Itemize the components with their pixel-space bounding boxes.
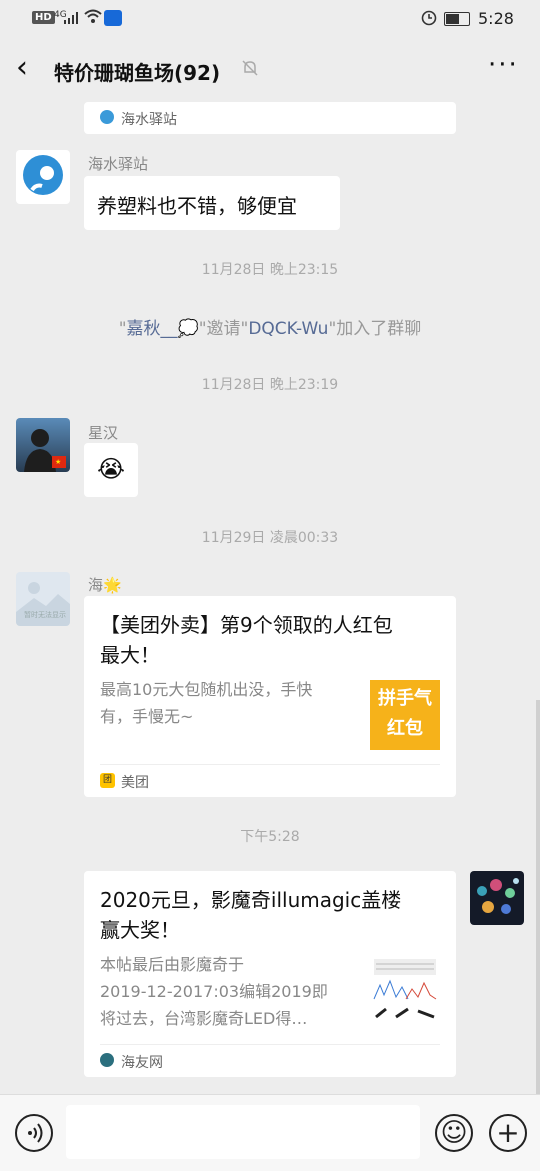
- system-text: "邀请": [198, 319, 249, 339]
- sender-name: 海🌟: [88, 576, 122, 594]
- avatar[interactable]: ★: [16, 418, 70, 472]
- card-source: 美团: [121, 775, 149, 791]
- alarm-icon: [421, 10, 437, 26]
- system-message: "嘉秋__💭"邀请"DQCK-Wu"加入了群聊: [0, 314, 540, 339]
- card-source: 海友网: [121, 1055, 163, 1071]
- message-bubble[interactable]: 😭: [84, 443, 138, 497]
- voice-icon[interactable]: [15, 1114, 53, 1152]
- previous-card-footer[interactable]: 海水驿站: [84, 102, 456, 134]
- chat-header: ‹ 特价珊瑚鱼场(92) ···: [0, 40, 540, 102]
- svg-text:★: ★: [55, 458, 61, 466]
- coral-photo-icon: [477, 878, 519, 914]
- more-icon[interactable]: ···: [488, 50, 519, 80]
- inviter-name[interactable]: 嘉秋__: [127, 319, 178, 339]
- signal-icon: [64, 12, 78, 24]
- scrollbar[interactable]: [536, 700, 540, 1094]
- card-thumbnail: [370, 955, 440, 1025]
- thought-bubble-icon: 💭: [177, 319, 199, 339]
- avatar-caption: 暂时无法显示: [24, 611, 66, 619]
- card-description: 最高10元大包随机出没，手快 有，手慢无~: [100, 680, 313, 726]
- plus-icon[interactable]: +: [489, 1114, 527, 1152]
- haiyou-logo-icon: [100, 1053, 114, 1067]
- emoji-icon[interactable]: ☺: [435, 1114, 473, 1152]
- status-bar: HD 4G 5:28: [0, 0, 540, 36]
- bell-off-icon: [242, 60, 258, 76]
- app-notification-icon: [104, 10, 122, 26]
- system-text: "加入了群聊: [328, 319, 422, 339]
- timestamp: 11月29日 凌晨00:33: [201, 530, 339, 546]
- sender-name: 星汉: [88, 424, 119, 442]
- invitee-name[interactable]: DQCK-Wu: [248, 319, 328, 339]
- card-source: 海水驿站: [121, 112, 177, 128]
- card-description: 本帖最后由影魔奇于 2019-12-2017:03编辑2019即 将过去，台湾影…: [100, 955, 328, 1028]
- divider: [100, 764, 440, 765]
- avatar[interactable]: 暂时无法显示: [16, 572, 70, 626]
- hd-indicator: HD: [32, 11, 55, 24]
- divider: [100, 1044, 440, 1045]
- spectrum-chart-icon: [373, 959, 437, 1019]
- system-quote: ": [118, 319, 127, 339]
- message-text: 养塑料也不错，够便宜: [97, 194, 297, 218]
- timestamp: 11月28日 晚上23:19: [201, 377, 339, 393]
- status-time: 5:28: [478, 9, 514, 28]
- voice-waves: [28, 1123, 43, 1143]
- timestamp: 11月28日 晚上23:15: [201, 262, 339, 278]
- message-bubble[interactable]: 养塑料也不错，够便宜: [84, 176, 340, 230]
- back-icon[interactable]: ‹: [16, 50, 28, 85]
- card-thumbnail: 拼手气 红包: [370, 680, 440, 750]
- sender-name: 海水驿站: [88, 155, 149, 173]
- link-card[interactable]: 【美团外卖】第9个领取的人红包 最大！ 最高10元大包随机出没，手快 有，手慢无…: [84, 596, 456, 797]
- battery-icon: [444, 12, 470, 26]
- meituan-logo-icon: 团: [100, 773, 115, 788]
- crying-emoji-icon: 😭: [97, 455, 126, 483]
- timestamp: 下午5:28: [240, 829, 300, 845]
- person-photo-icon: ★: [24, 429, 66, 472]
- card-title: 2020元旦，影魔奇illumagic盖楼 赢大奖！: [100, 888, 402, 942]
- message-input[interactable]: [66, 1105, 420, 1159]
- wifi-icon: [84, 9, 102, 23]
- card-title: 【美团外卖】第9个领取的人红包 最大！: [100, 613, 393, 667]
- bubble-logo-icon: [23, 155, 63, 195]
- source-logo-icon: [100, 110, 114, 124]
- avatar[interactable]: [470, 871, 524, 925]
- link-card[interactable]: 2020元旦，影魔奇illumagic盖楼 赢大奖！ 本帖最后由影魔奇于 201…: [84, 871, 456, 1077]
- avatar[interactable]: [16, 150, 70, 204]
- input-bar: ☺ +: [0, 1094, 540, 1171]
- chat-title: 特价珊瑚鱼场(92): [54, 61, 221, 85]
